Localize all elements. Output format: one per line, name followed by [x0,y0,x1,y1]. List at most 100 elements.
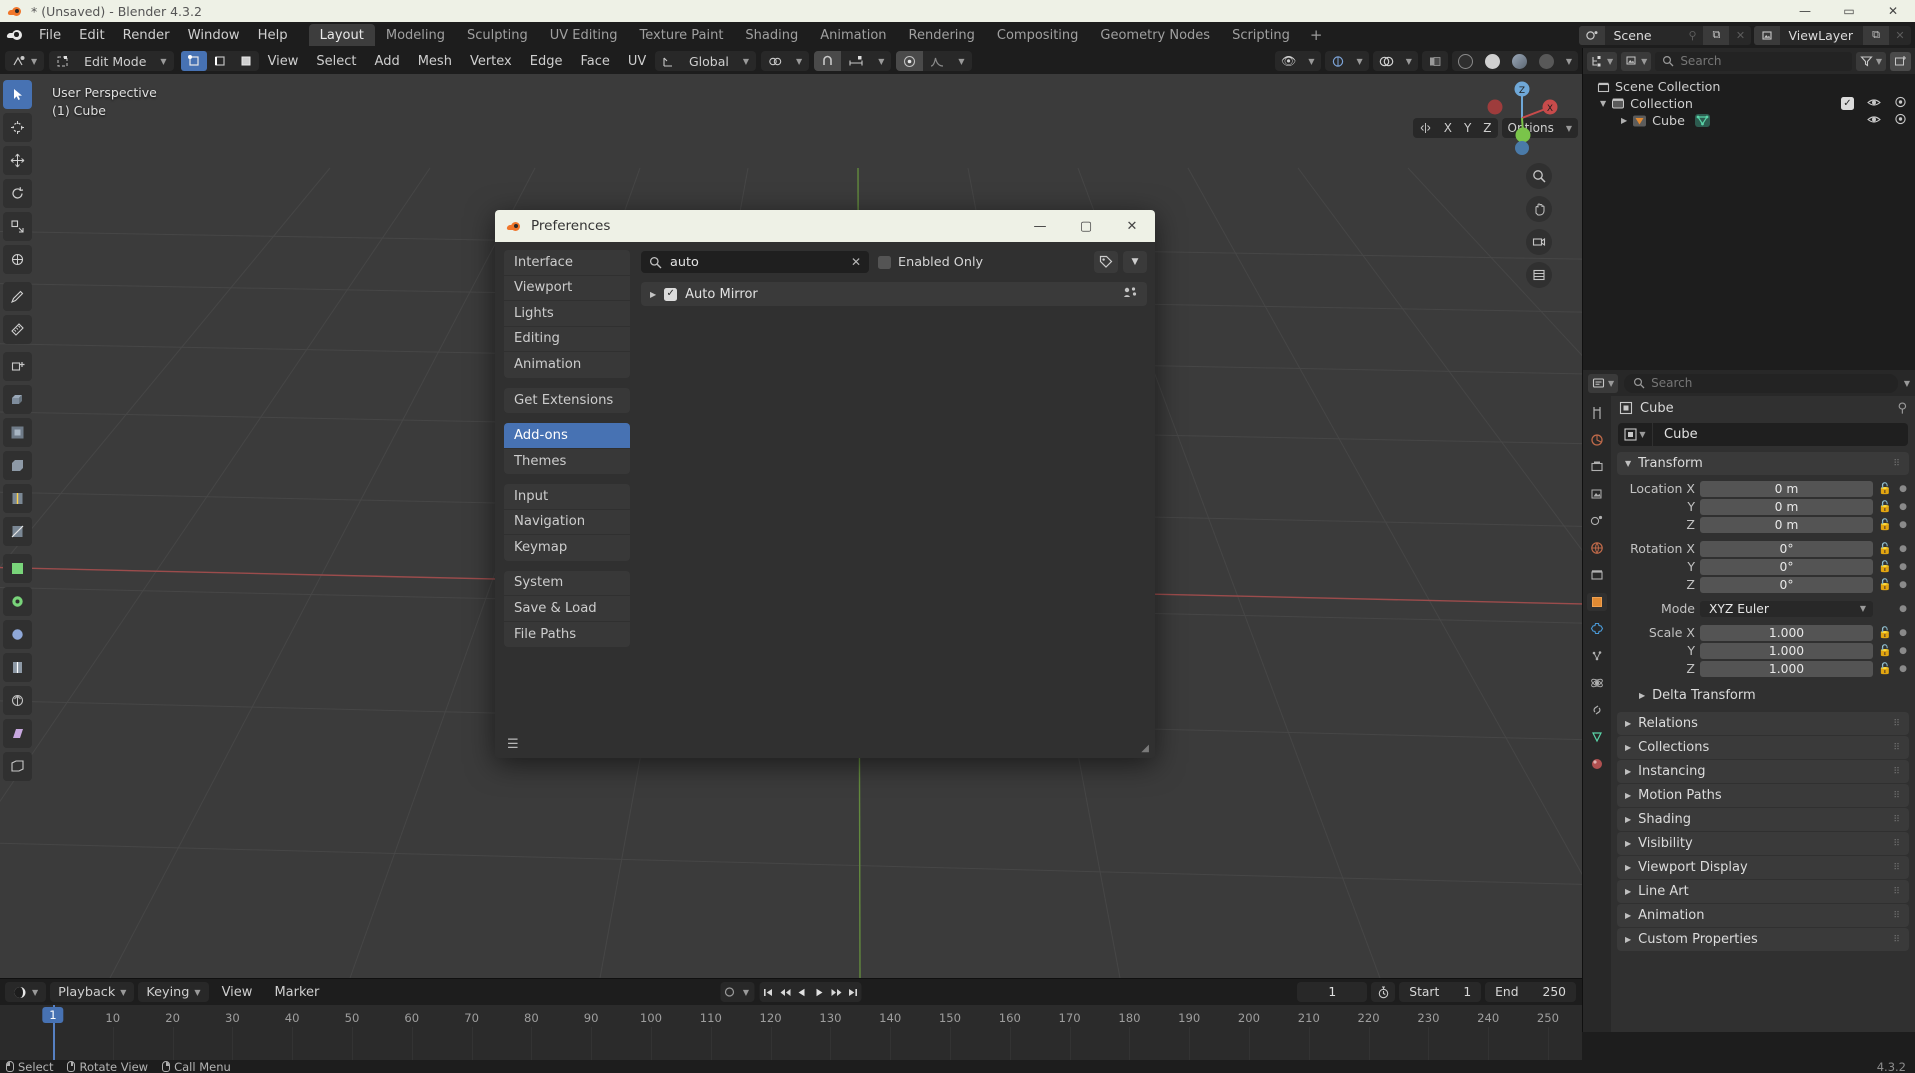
tab-scripting[interactable]: Scripting [1221,24,1301,46]
show-gizmo-icon[interactable] [1325,51,1351,71]
value-scale-z[interactable]: 1.000 [1700,660,1873,677]
panel-line-art[interactable]: ▶ Line Art ⠿ [1617,880,1909,903]
tab-compositing[interactable]: Compositing [986,24,1090,46]
panel-delta-transform[interactable]: ▶ Delta Transform [1631,684,1909,707]
toggle-xray-icon[interactable] [1422,51,1448,71]
shading-wireframe-icon[interactable] [1452,51,1479,71]
nav-item-get-extensions[interactable]: Get Extensions [504,388,630,414]
collection-eye-icon[interactable] [1867,96,1881,111]
custom-properties-expand-icon[interactable]: ▶ [1625,935,1631,944]
tab-physics[interactable] [1587,674,1607,692]
shading-chevron-icon[interactable]: ▼ [1560,51,1578,71]
value-rotation-z[interactable]: 0° [1700,576,1873,593]
orientation-label[interactable]: Global [682,51,736,71]
orientation-chevron-icon[interactable]: ▼ [736,51,756,71]
field-location-x[interactable]: Location X 0 m 🔓 ● [1617,480,1909,497]
panel-custom-properties[interactable]: ▶ Custom Properties ⠿ [1617,928,1909,951]
editor-type-icon[interactable]: ▼ [5,51,44,71]
viewport-menu-view[interactable]: View [259,54,308,69]
viewport-menu-select[interactable]: Select [307,54,365,69]
tab-view-layer[interactable] [1587,485,1607,503]
motion-paths-expand-icon[interactable]: ▶ [1625,791,1631,800]
camera-view-icon[interactable] [1526,229,1552,255]
animate-dot-icon[interactable]: ● [1897,604,1909,614]
visibility-group[interactable]: 👁 ▼ [1275,51,1321,71]
overlays-chevron-icon[interactable]: ▼ [1400,51,1418,71]
tab-uv-editing[interactable]: UV Editing [539,24,629,46]
timeline-editor[interactable]: ▼ Playback ▼ Keying ▼ View Marker ▼ 1 St… [0,978,1582,1061]
snap-chevron-icon[interactable]: ▼ [871,51,891,71]
tab-modifiers[interactable] [1587,620,1607,638]
field-scale-y[interactable]: Y 1.000 🔓 ● [1617,642,1909,659]
tab-shading[interactable]: Shading [734,24,809,46]
tool-spin-icon[interactable] [3,587,32,616]
outliner-display-mode-selector[interactable]: ▼ [1621,51,1652,71]
tool-poly-build-icon[interactable] [3,554,32,583]
preferences-menu-button[interactable]: ☰ [507,737,519,752]
timeline-marker-menu[interactable]: Marker [265,985,328,1000]
tab-collection[interactable] [1587,566,1607,584]
transform-expand-icon[interactable]: ▼ [1625,459,1631,468]
end-value[interactable]: 250 [1543,985,1566,999]
jump-to-start-button[interactable] [760,982,777,1002]
transform-orientation-selector[interactable]: Global ▼ [655,51,757,71]
properties-header-chevron-icon[interactable]: ▼ [1904,379,1910,388]
value-scale-x[interactable]: 1.000 [1700,624,1873,641]
viewlayer-selector[interactable]: ViewLayer ⧉ ✕ [1754,25,1911,45]
timeline-ruler[interactable]: 1102030405060708090100110120130140150160… [0,1005,1582,1061]
shading-material-icon[interactable] [1506,51,1533,71]
nav-item-editing[interactable]: Editing [504,327,630,352]
tab-constraints[interactable] [1587,701,1607,719]
tool-measure-icon[interactable] [3,315,32,344]
mode-label[interactable]: Edit Mode [77,51,153,71]
transport-controls[interactable] [759,982,862,1002]
tab-geometry-nodes[interactable]: Geometry Nodes [1089,24,1221,46]
addon-enable-checkbox[interactable] [664,287,678,301]
nav-item-file-paths[interactable]: File Paths [504,622,630,648]
snapping-group[interactable]: ▼ [814,51,892,71]
lock-icon[interactable]: 🔓 [1878,500,1892,513]
keying-menu[interactable]: Keying ▼ [138,982,209,1002]
tab-modeling[interactable]: Modeling [375,24,456,46]
preferences-maximize-button[interactable]: ▢ [1063,210,1109,242]
tool-add-cube-icon[interactable] [3,352,32,381]
editor-type-selector[interactable]: ▼ [5,51,45,71]
add-workspace-button[interactable]: + [1301,23,1332,47]
nav-item-viewport[interactable]: Viewport [504,276,630,301]
value-rotation-y[interactable]: 0° [1700,558,1873,575]
lock-icon[interactable]: 🔓 [1878,560,1892,573]
cube-expand-icon[interactable]: ▶ [1621,116,1627,125]
tab-output[interactable] [1587,458,1607,476]
window-close-button[interactable]: ✕ [1871,0,1915,22]
lock-icon[interactable]: 🔓 [1878,662,1892,675]
remove-scene-icon[interactable]: ✕ [1729,26,1751,45]
viewport-menu-face[interactable]: Face [571,54,618,69]
pin-icon[interactable]: ⚲ [1897,401,1907,416]
current-frame-field[interactable]: 1 [1297,982,1368,1002]
instancing-expand-icon[interactable]: ▶ [1625,767,1631,776]
tab-data[interactable] [1587,728,1607,746]
animate-dot-icon[interactable]: ● [1897,562,1909,572]
window-minimize-button[interactable]: — [1783,0,1827,22]
viewport-menu-uv[interactable]: UV [619,54,655,69]
animate-dot-icon[interactable]: ● [1897,544,1909,554]
auto-keying-group[interactable]: ▼ [720,982,755,1002]
mode-chevron-icon[interactable]: ▼ [153,51,173,71]
object-id-icon[interactable]: ▼ [1618,423,1652,446]
value-rotation-mode[interactable]: XYZ Euler ▼ [1700,600,1873,617]
delta-transform-expand-icon[interactable]: ▶ [1639,691,1645,700]
tool-transform-icon[interactable] [3,245,32,274]
tab-render[interactable] [1587,431,1607,449]
addon-expand-icon[interactable]: ▶ [650,290,656,299]
viewport-menu-edge[interactable]: Edge [521,54,572,69]
end-range-field[interactable]: End 250 [1485,982,1576,1002]
nav-item-input[interactable]: Input [504,484,630,510]
mirror-axis-x[interactable]: X [1438,118,1458,138]
falloff-icon[interactable] [923,51,951,71]
nav-item-animation[interactable]: Animation [504,352,630,378]
addon-search-input[interactable]: auto ✕ [641,251,869,273]
tab-layout[interactable]: Layout [308,24,375,46]
pivot-point-selector[interactable]: ▼ [761,51,810,71]
mirror-axis-y[interactable]: Y [1458,118,1477,138]
outliner-filter-button[interactable]: ▼ [1855,51,1886,71]
